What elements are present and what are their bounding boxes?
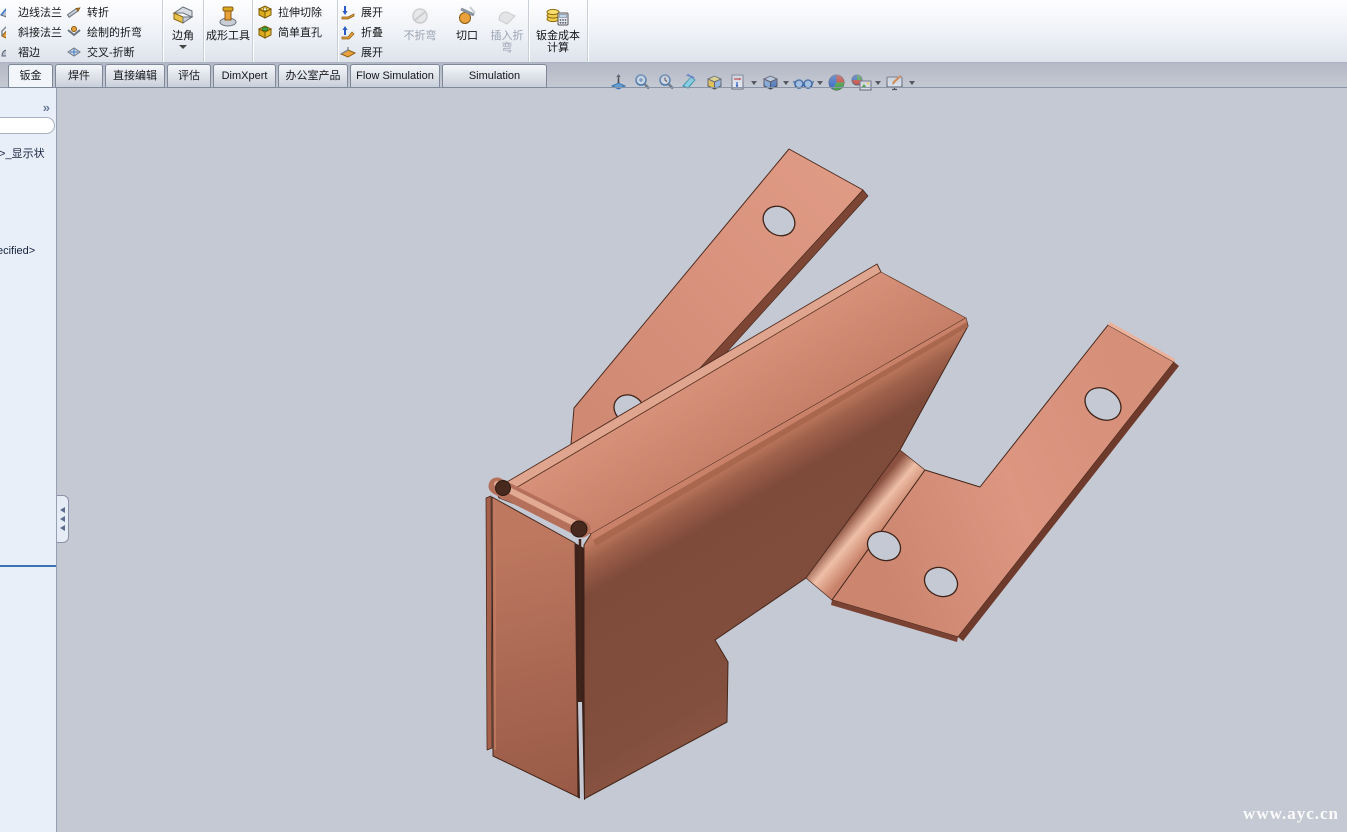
collapse-arrow-icon [60,507,65,513]
cross-break-button[interactable]: 交叉-折断 [66,42,142,62]
tab-weldments[interactable]: 焊件 [55,64,103,88]
forming-tools-button[interactable]: 成形工具 [206,2,250,60]
button-label: 钣金成本计算 [534,30,582,54]
jog-icon [66,4,84,20]
command-manager-ribbon: 边线法兰 斜接法兰 褶边 转折 绘制的折弯 交叉-折断 [0,0,1347,63]
no-bends-icon [410,2,430,30]
miter-flange-button[interactable]: 斜接法兰 [0,22,62,42]
forming-tools-icon [217,2,239,30]
dropdown-caret-icon[interactable] [179,45,187,49]
tab-simulation[interactable]: Simulation [442,64,547,88]
costing-icon [545,2,571,30]
button-label: 斜接法兰 [18,24,62,40]
button-label: 切口 [456,30,478,42]
tab-office-products[interactable]: 办公室产品 [278,64,348,88]
tab-direct-editing[interactable]: 直接编辑 [105,64,165,88]
collapse-arrow-icon [60,525,65,531]
simple-hole-button[interactable]: 简单直孔 [257,22,322,42]
sketched-bend-button[interactable]: 绘制的折弯 [66,22,142,42]
edge-flange-button[interactable]: 边线法兰 [0,2,62,22]
panel-splitter[interactable] [0,565,56,567]
jog-button[interactable]: 转折 [66,2,142,22]
hem-button[interactable]: 褶边 [0,42,62,62]
cross-break-icon [66,44,84,60]
no-bends-button: 不折弯 [396,2,444,60]
button-label: 边线法兰 [18,4,62,20]
button-label: 转折 [87,4,109,20]
tab-dimxpert[interactable]: DimXpert [213,64,276,88]
corner-button[interactable]: 边角 [165,2,201,60]
corner-relief-hole [571,521,587,537]
fold-button[interactable]: 折叠 [340,22,383,42]
command-manager-tabs: 钣金 焊件 直接编辑 评估 DimXpert 办公室产品 Flow Simula… [0,62,1347,88]
rip-button[interactable]: 切口 [450,2,484,60]
edge-flange-icon [0,4,6,20]
tree-item-display-state[interactable]: t>_显示状 [0,145,45,161]
button-label: 褶边 [18,44,40,60]
feature-tree-filter-box[interactable] [0,117,55,134]
corner-icon [171,2,195,30]
hem-icon [0,44,6,60]
unfold-button[interactable]: 展开 [340,2,383,22]
rip-icon [456,2,478,30]
corner-relief-hole [496,481,511,496]
panel-expand-button[interactable]: » [43,100,50,115]
button-label: 成形工具 [206,30,250,42]
tab-sheet-metal[interactable]: 钣金 [8,64,53,88]
flatten-button[interactable]: 展开 [340,42,383,62]
button-label: 折叠 [361,24,383,40]
button-label: 绘制的折弯 [87,24,142,40]
insert-bends-icon [496,2,518,30]
unfold-icon [340,4,358,20]
sheet-metal-costing-button[interactable]: 钣金成本计算 [533,2,583,60]
miter-flange-icon [0,24,6,40]
tab-flow-simulation[interactable]: Flow Simulation [350,64,440,88]
flatten-icon [340,44,358,60]
insert-bends-button: 插入折弯 [488,2,526,60]
simple-hole-icon [257,24,275,40]
extruded-cut-button[interactable]: 拉伸切除 [257,2,322,22]
tab-evaluate[interactable]: 评估 [167,64,211,88]
button-label: 展开 [361,4,383,20]
feature-manager-panel: » t>_显示状 ecified> [0,88,57,832]
collapse-arrow-icon [60,516,65,522]
sketched-bend-icon [66,24,84,40]
fold-icon [340,24,358,40]
button-label: 插入折弯 [489,30,525,54]
sheet-metal-part[interactable] [486,149,1179,801]
watermark: www.ayc.cn [1243,804,1339,824]
button-label: 拉伸切除 [278,4,322,20]
button-label: 展开 [361,44,383,60]
tree-item-material[interactable]: ecified> [0,245,35,257]
viewport-canvas[interactable] [0,0,1347,832]
button-label: 边角 [172,30,194,42]
panel-collapse-handle[interactable] [57,495,69,543]
button-label: 简单直孔 [278,24,322,40]
extruded-cut-icon [257,4,275,20]
button-label: 不折弯 [404,30,437,42]
button-label: 交叉-折断 [87,44,135,60]
